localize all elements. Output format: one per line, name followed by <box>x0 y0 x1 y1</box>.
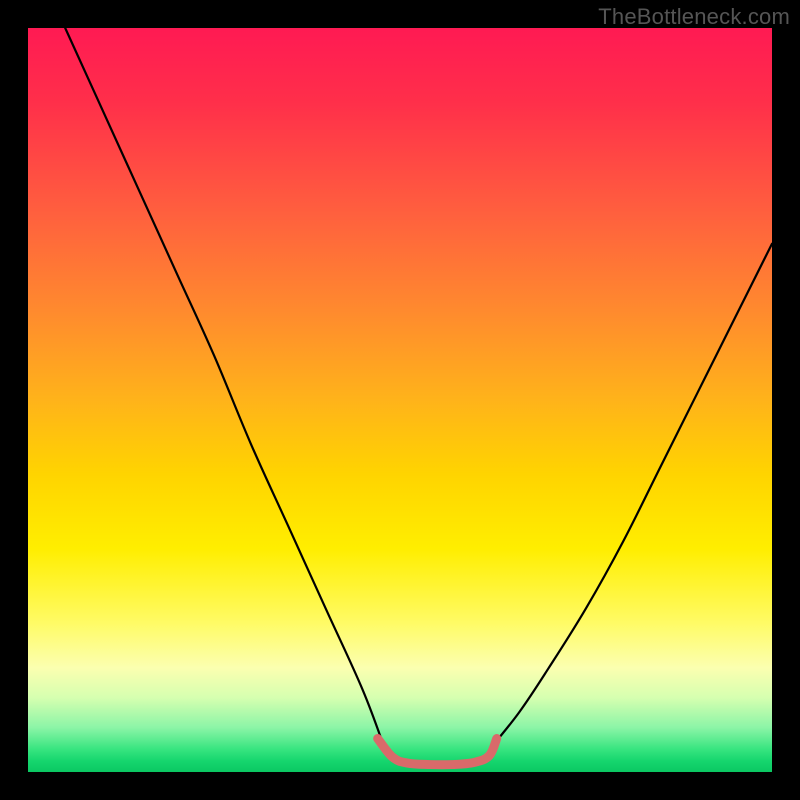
chart-stage: TheBottleneck.com <box>0 0 800 800</box>
series-right-arm <box>489 244 772 750</box>
series-left-arm <box>65 28 385 750</box>
curve-layer <box>28 28 772 772</box>
plot-area <box>28 28 772 772</box>
watermark-text: TheBottleneck.com <box>598 4 790 30</box>
series-valley <box>378 739 497 765</box>
